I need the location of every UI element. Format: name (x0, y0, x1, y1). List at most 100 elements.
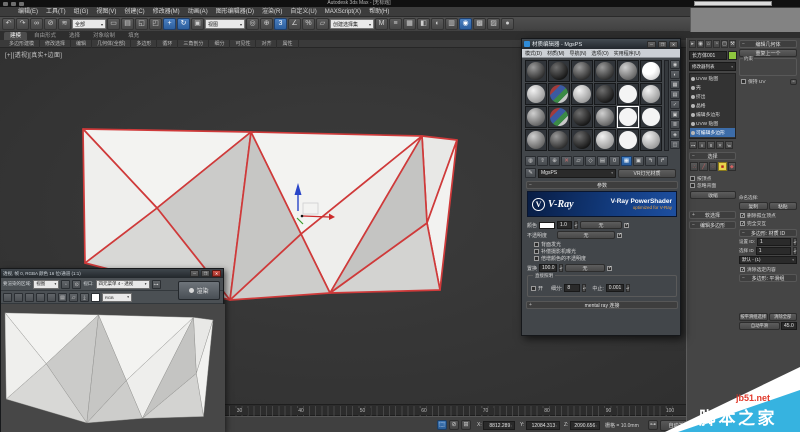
isolate-selection-icon[interactable]: ⬚ (437, 420, 447, 430)
menubar-item[interactable]: MAXScript(X) (321, 7, 365, 17)
material-sample-slot[interactable] (548, 60, 570, 82)
make-unique-icon[interactable]: 8 (707, 141, 715, 149)
material-editor-menu-item[interactable]: 选项(O) (591, 50, 608, 57)
subdivs-spinner[interactable]: ▴▾ (582, 284, 587, 292)
menubar-item[interactable]: 创建(C) (120, 7, 148, 17)
material-sample-slot[interactable] (640, 106, 662, 128)
color-multiplier-spinner[interactable]: ▴▾ (574, 221, 579, 229)
ribbon-panel-label[interactable]: 多边形 (131, 39, 158, 48)
save-image-icon[interactable]: ⤓ (80, 292, 89, 302)
ribbon-panel-label[interactable]: 编辑 (71, 39, 93, 48)
spinner-snap-icon[interactable]: ▱ (316, 18, 329, 30)
timeline-frame-number[interactable]: 40 (293, 407, 309, 415)
redo-icon[interactable]: ↷ (16, 18, 29, 30)
quick-access-icon[interactable] (11, 1, 16, 6)
curve-editor-icon[interactable]: ◐ (431, 18, 444, 30)
select-id-field[interactable]: 1 (755, 247, 791, 255)
material-sample-slot[interactable] (571, 83, 593, 105)
selection-rollout-header[interactable]: − 选择 (689, 152, 736, 160)
menubar-item[interactable]: 帮助(H) (365, 7, 393, 17)
menubar-item[interactable]: 动画(A) (184, 7, 212, 17)
clear-all-button[interactable]: 清除全部 (768, 313, 797, 321)
minimize-icon[interactable]: ─ (647, 40, 656, 48)
go-to-parent-icon[interactable]: ↰ (645, 155, 656, 166)
displacement-spinner[interactable]: ▴▾ (559, 264, 564, 272)
video-color-check-icon[interactable]: ✓ (670, 100, 680, 109)
auto-smooth-angle-field[interactable]: 45.0 (781, 322, 797, 330)
selection-filter-dropdown[interactable]: 全部 ▾ (72, 19, 106, 29)
percent-snap-icon[interactable]: % (302, 18, 315, 30)
subdivs-field[interactable]: 8 (564, 284, 581, 292)
material-type-button[interactable]: VR灯光材质 (618, 168, 676, 178)
material-sample-slot[interactable] (617, 60, 639, 82)
full-interactivity-checkbox[interactable] (740, 221, 745, 227)
clear-selection-checkbox[interactable] (740, 267, 745, 273)
material-sample-slot[interactable] (640, 129, 662, 151)
material-sample-slot[interactable] (571, 129, 593, 151)
ribbon-panel-label[interactable]: 多边形建模 (4, 39, 41, 48)
material-editor-titlebar[interactable]: 材质编辑器 - MgsPS ─ ❐ ✕ (522, 39, 680, 49)
edit-polygons-rollout-header[interactable]: − 编辑多边形 (689, 221, 736, 229)
pick-material-from-object-icon[interactable]: ✎ (525, 168, 536, 178)
material-sample-slot[interactable] (525, 83, 547, 105)
absolute-offset-mode-icon[interactable]: ⊞ (461, 420, 471, 430)
graphite-toggle-icon[interactable]: ◧ (417, 18, 430, 30)
menubar-item[interactable]: 渲染(R) (258, 7, 286, 17)
material-sample-slot[interactable] (571, 60, 593, 82)
material-sample-slot[interactable] (548, 106, 570, 128)
opacity-map-button[interactable]: 无 (557, 231, 616, 239)
color-map-button[interactable]: 无 (580, 221, 623, 229)
window-crossing-icon[interactable]: ◰ (149, 18, 162, 30)
material-editor-menu-item[interactable]: 模式(D) (525, 50, 542, 57)
timeline-frame-number[interactable]: 50 (354, 407, 371, 415)
copy-button[interactable]: 复制 (739, 202, 768, 210)
show-map-in-viewport-icon[interactable]: ▦ (621, 155, 632, 166)
render-button[interactable]: 渲染 (178, 281, 220, 300)
select-by-sg-button[interactable]: 按平滑组选择 (739, 313, 768, 321)
select-by-name-icon[interactable]: ▤ (121, 18, 134, 30)
ribbon-panel-label[interactable]: 细分 (209, 39, 231, 48)
timeline-frame-number[interactable]: 30 (231, 407, 248, 415)
selection-option-checkbox[interactable] (690, 183, 695, 188)
sample-type-icon[interactable]: ◉ (670, 60, 680, 69)
minimize-icon[interactable]: ─ (190, 270, 199, 277)
background-icon[interactable]: ▦ (670, 80, 680, 89)
material-sample-slot[interactable] (594, 106, 616, 128)
option-checkbox[interactable] (534, 249, 539, 254)
undo-icon[interactable]: ↶ (2, 18, 15, 30)
material-sample-slot[interactable] (594, 129, 616, 151)
align-icon[interactable]: ≡ (389, 18, 402, 30)
set-id-spinner[interactable]: ▴▾ (793, 238, 797, 246)
material-editor-icon[interactable]: ◉ (459, 18, 472, 30)
select-link-icon[interactable]: ∞ (30, 18, 43, 30)
displacement-map-checkbox[interactable] (607, 265, 612, 271)
render-window-titlebar[interactable]: 透视, 帧 0, RGBA 颜色 16 位/通道 (1:1) ─ ❐ ✕ (1, 269, 223, 278)
make-copy-icon[interactable]: ▱ (573, 155, 584, 166)
material-sample-slot[interactable] (525, 60, 547, 82)
auto-smooth-button[interactable]: 自动平滑 (739, 322, 780, 330)
ribbon-panel-label[interactable]: 可见性 (230, 39, 257, 48)
angle-snap-icon[interactable]: ∠ (288, 18, 301, 30)
modifier-list-dropdown[interactable]: 修改器列表 ▾ (689, 62, 736, 71)
modifier-stack-item[interactable]: UVW 贴图 (690, 74, 735, 83)
timeline-frame-number[interactable]: 60 (416, 407, 432, 415)
blue-channel-icon[interactable] (25, 292, 34, 302)
menubar-item[interactable]: 图形编辑器(D) (212, 7, 258, 17)
put-to-scene-icon[interactable]: ⇧ (537, 155, 548, 166)
lock-viewport-icon[interactable]: ⊶ (151, 279, 161, 289)
set-key-icon[interactable]: ⊶ (648, 420, 658, 430)
show-end-result-icon[interactable]: ▣ (633, 155, 644, 166)
ribbon-panel-label[interactable]: 三角剖分 (178, 39, 210, 48)
modify-tab-icon[interactable]: ◉ (697, 40, 704, 48)
go-forward-sibling-icon[interactable]: ↱ (657, 155, 668, 166)
object-color-swatch[interactable] (728, 51, 737, 60)
option-checkbox[interactable] (534, 242, 539, 247)
snap-toggle-icon[interactable]: 3 (274, 18, 287, 30)
z-coordinate-field[interactable]: 2090.656↕ (570, 420, 600, 430)
smoothing-groups-rollout-header[interactable]: − 多边形: 平滑组 (739, 274, 797, 282)
render-production-icon[interactable]: ● (501, 18, 514, 30)
ribbon-panel-label[interactable]: 循环 (157, 39, 179, 48)
material-id-name-dropdown[interactable]: 默认 - (1) ▾ (739, 256, 797, 264)
reset-map-icon[interactable]: ✕ (561, 155, 572, 166)
channel-display-dropdown[interactable]: RGB ▾ (102, 292, 132, 302)
